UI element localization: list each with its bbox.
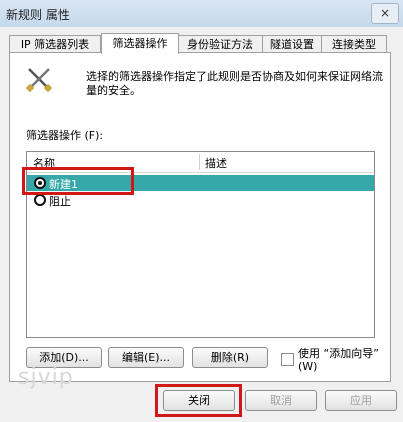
- list-item-label: 新建1: [49, 178, 78, 191]
- close-button[interactable]: 关闭: [163, 390, 235, 411]
- tab-authentication-methods[interactable]: 身份验证方法: [177, 35, 263, 53]
- column-separator[interactable]: [199, 154, 200, 170]
- tab-connection-type[interactable]: 连接类型: [321, 35, 387, 53]
- column-header-name[interactable]: 名称: [33, 155, 55, 171]
- close-icon[interactable]: ×: [371, 3, 399, 24]
- radio-checked-icon[interactable]: [34, 177, 46, 189]
- list-item-label: 阻止: [49, 195, 71, 208]
- radio-unchecked-icon[interactable]: [34, 194, 46, 206]
- filter-action-label: 筛选器操作 (F):: [26, 129, 104, 142]
- tab-filter-action[interactable]: 筛选器操作: [101, 33, 179, 54]
- apply-button[interactable]: 应用: [325, 390, 397, 411]
- filter-action-list[interactable]: 名称 描述 新建1 阻止: [26, 151, 375, 338]
- list-item-block[interactable]: 阻止: [27, 192, 374, 208]
- use-add-wizard-label: 使用 “添加向导” (W): [298, 347, 379, 373]
- list-header: 名称 描述: [27, 152, 374, 173]
- use-add-wizard-checkbox[interactable]: [281, 353, 294, 366]
- tools-icon: [26, 68, 52, 92]
- watermark: sjvip: [18, 365, 74, 390]
- list-item-new1[interactable]: 新建1: [27, 175, 374, 191]
- tab-tunnel-settings[interactable]: 隧道设置: [262, 35, 322, 53]
- tab-ip-filter-list[interactable]: IP 筛选器列表: [9, 35, 101, 53]
- window-title: 新规则 属性: [6, 8, 70, 22]
- filter-action-description: 选择的筛选器操作指定了此规则是否协商及如何来保证网络流量的安全。: [86, 70, 383, 97]
- edit-button[interactable]: 编辑(E)...: [108, 347, 184, 368]
- cancel-button[interactable]: 取消: [245, 390, 317, 411]
- title-bar: 新规则 属性 ×: [0, 0, 403, 27]
- column-header-description[interactable]: 描述: [205, 155, 227, 171]
- remove-button[interactable]: 删除(R): [192, 347, 268, 368]
